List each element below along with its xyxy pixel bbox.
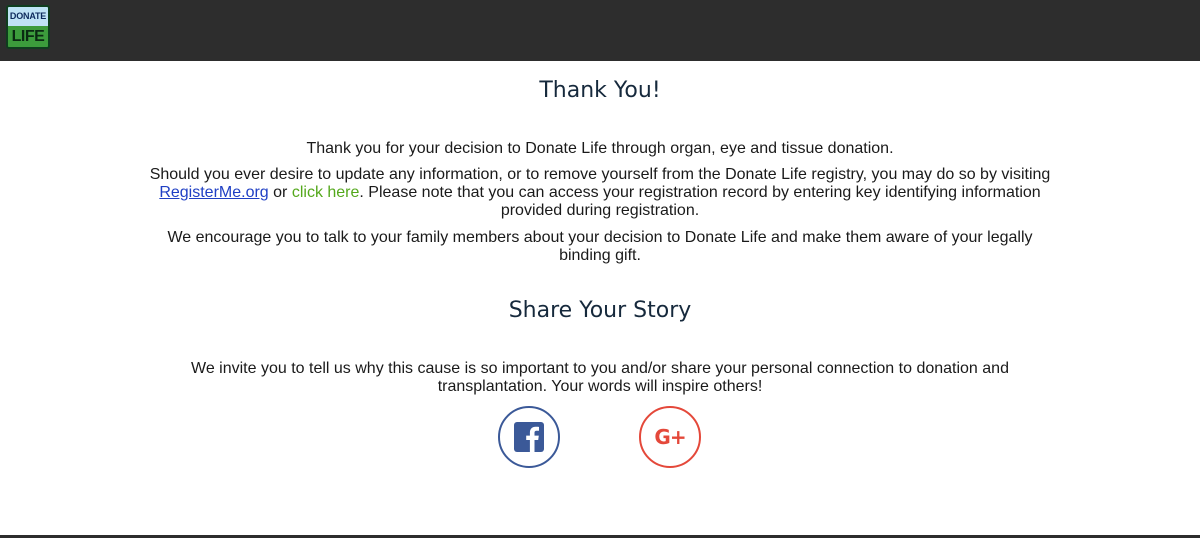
update-text-or: or [268,184,292,201]
registerme-link[interactable]: RegisterMe.org [159,184,268,201]
google-plus-icon: G+ [654,425,686,449]
update-text-after: . Please note that you can access your r… [359,184,1041,219]
thank-you-text: Thank you for your decision to Donate Li… [306,140,894,157]
facebook-icon [514,422,544,452]
share-story-title: Share Your Story [508,298,692,323]
facebook-share-button[interactable] [498,406,560,468]
donate-life-logo[interactable]: DONATE LIFE [6,5,50,49]
encourage-text: We encourage you to talk to your family … [167,229,1033,264]
top-header-bar: DONATE LIFE [0,0,1200,61]
logo-top-text: DONATE [8,7,48,26]
update-text-before: Should you ever desire to update any inf… [149,166,1051,183]
click-here-link[interactable]: click here [292,184,360,201]
page-title: Thank You! [539,78,661,103]
logo-bottom-text: LIFE [8,26,48,47]
google-plus-share-button[interactable]: G+ [639,406,701,468]
share-story-text: We invite you to tell us why this cause … [191,360,1009,395]
main-content: Thank You! Thank you for your decision t… [0,61,1200,535]
update-info-text: Should you ever desire to update any inf… [140,166,1060,220]
